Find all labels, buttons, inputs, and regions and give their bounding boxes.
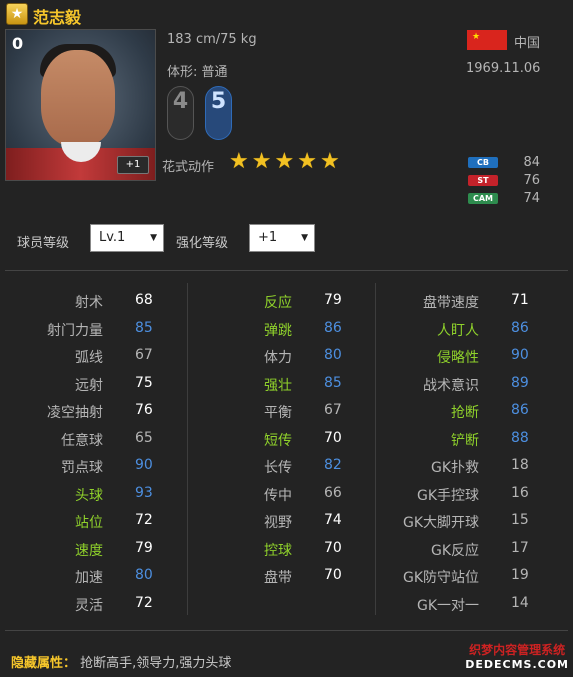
position-tag: CB <box>468 157 498 168</box>
star-icon: ★ <box>319 149 340 174</box>
stat-name: 战术意识 <box>423 377 479 394</box>
face-shape <box>41 50 115 146</box>
position-value: 76 <box>523 173 540 188</box>
level-label: 球员等级 <box>17 236 70 251</box>
title-bar: ★ 范志毅 <box>0 0 573 28</box>
enhance-select[interactable]: +1 ▼ <box>249 224 315 252</box>
stat-name: GK手控球 <box>416 487 479 504</box>
body-type: 体形: 普通 <box>167 65 228 80</box>
stat-row: 战术意识 89 <box>0 375 573 397</box>
overall-rating: 0 <box>12 34 24 53</box>
player-photo: 0 +1 <box>5 29 156 181</box>
strong-foot-icon: 5 <box>205 86 232 140</box>
player-name: 范志毅 <box>33 8 82 27</box>
stat-value: 14 <box>511 594 529 611</box>
skill-stars: ★ ★ ★ ★ ★ <box>229 151 340 173</box>
stat-row: GK一对一 14 <box>0 595 573 617</box>
stat-value: 88 <box>511 429 529 446</box>
stat-name: GK大脚开球 <box>402 515 479 531</box>
star-icon: ★ <box>297 149 317 174</box>
height-weight: 183 cm/75 kg <box>167 32 257 47</box>
enhance-select-value: +1 <box>258 230 278 245</box>
stat-row: GK反应 17 <box>0 540 573 562</box>
stat-row: GK防守站位 19 <box>0 567 573 589</box>
hidden-attributes-value: 抢断高手,领导力,强力头球 <box>80 656 232 671</box>
stat-name: GK扑救 <box>430 460 479 476</box>
stat-name: GK防守站位 <box>402 570 479 586</box>
stat-row: 抢断 86 <box>0 402 573 424</box>
position-st: ST 76 <box>468 173 563 188</box>
watermark-line1: 织梦内容管理系统 <box>469 643 566 657</box>
dropdown-arrow-icon: ▼ <box>301 233 308 243</box>
strong-foot-value: 5 <box>210 89 227 114</box>
level-select-value: Lv.1 <box>99 230 126 245</box>
bottom-divider <box>5 630 568 631</box>
stat-row: 铲断 88 <box>0 430 573 452</box>
position-cam: CAM 74 <box>468 191 563 206</box>
position-tag: ST <box>468 175 498 186</box>
watermark: 织梦内容管理系统 DEDECMS.COM <box>465 641 569 671</box>
stat-value: 16 <box>511 484 529 501</box>
enhance-badge: +1 <box>117 156 149 174</box>
stat-name: 抢断 <box>451 405 479 421</box>
position-cb: CB 84 <box>468 155 563 170</box>
stat-value: 17 <box>511 539 529 556</box>
level-select[interactable]: Lv.1 ▼ <box>90 224 164 252</box>
weak-foot-value: 4 <box>172 89 189 114</box>
weak-foot-icon: 4 <box>167 86 194 140</box>
stat-name: GK一对一 <box>416 597 479 614</box>
stat-name: GK反应 <box>430 542 479 559</box>
stat-name: 人盯人 <box>437 322 479 339</box>
stat-value: 71 <box>511 292 529 308</box>
position-value: 74 <box>523 191 540 206</box>
stat-value: 18 <box>511 457 529 473</box>
player-card: ★ 范志毅 0 +1 183 cm/75 kg 体形: 普通 ★ 中国 1969… <box>0 0 573 677</box>
skill-moves-label: 花式动作 <box>162 160 215 175</box>
stat-value: 86 <box>511 319 529 336</box>
stat-value: 19 <box>511 567 529 583</box>
stat-value: 86 <box>511 402 529 418</box>
watermark-line2: DEDECMS.COM <box>465 658 569 671</box>
country-name: 中国 <box>514 36 541 51</box>
position-tag: CAM <box>468 193 498 204</box>
stat-name: 盘带速度 <box>423 295 479 311</box>
stat-row: GK手控球 16 <box>0 485 573 507</box>
china-flag-icon: ★ <box>467 30 507 50</box>
hidden-attributes-label: 隐藏属性： <box>11 656 77 671</box>
stat-row: 侵略性 90 <box>0 347 573 369</box>
stat-row: GK大脚开球 15 <box>0 512 573 534</box>
star-icon: ★ <box>251 149 272 174</box>
dropdown-arrow-icon: ▼ <box>150 233 157 243</box>
stat-name: 铲断 <box>451 432 479 449</box>
enhance-label: 强化等级 <box>176 236 229 251</box>
stat-row: 盘带速度 71 <box>0 292 573 314</box>
stat-value: 90 <box>511 347 529 363</box>
stat-row: 人盯人 86 <box>0 320 573 342</box>
stat-value: 89 <box>511 374 529 391</box>
stat-row: GK扑救 18 <box>0 457 573 479</box>
star-badge-icon: ★ <box>6 3 28 25</box>
position-value: 84 <box>523 155 540 170</box>
top-divider <box>5 270 568 271</box>
star-icon: ★ <box>274 149 295 174</box>
hidden-attributes: 隐藏属性： 抢断高手,领导力,强力头球 <box>11 652 231 671</box>
stat-value: 15 <box>511 512 529 528</box>
birth-date: 1969.11.06 <box>466 61 541 76</box>
star-icon: ★ <box>229 149 249 174</box>
stat-name: 侵略性 <box>437 350 479 366</box>
